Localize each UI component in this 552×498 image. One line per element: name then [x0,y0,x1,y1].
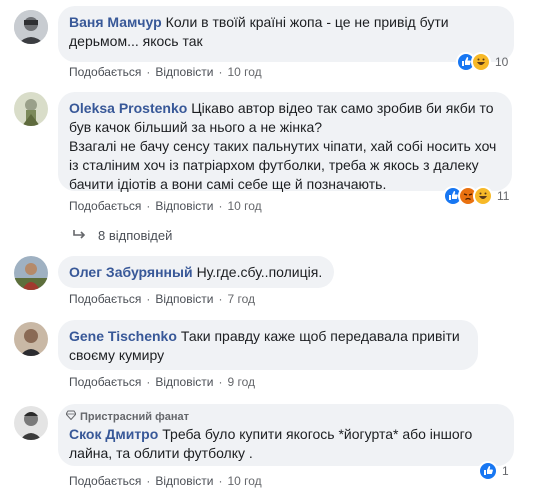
reply-link[interactable]: Відповісти [155,199,213,213]
avatar[interactable] [14,92,48,126]
comment-actions: Подобається · Відповісти · 10 год [69,65,262,79]
comment-time[interactable]: 10 год [227,199,261,213]
fan-badge-label: Пристрасний фанат [80,410,189,423]
reaction-summary[interactable]: 10 [456,52,508,72]
reaction-count: 11 [497,189,510,203]
comment-actions: Подобається · Відповісти · 10 год [69,199,262,213]
comment-author[interactable]: Скок Дмитро [69,426,158,442]
like-link[interactable]: Подобається [69,199,141,213]
like-link[interactable]: Подобається [69,65,141,79]
view-replies-link[interactable]: 8 відповідей [73,228,172,243]
comment-author[interactable]: Gene Tischenko [69,328,177,344]
comment-actions: Подобається · Відповісти · 9 год [69,375,255,389]
comment-time[interactable]: 10 год [227,65,261,79]
reply-link[interactable]: Відповісти [155,474,213,488]
comment-author[interactable]: Ваня Мамчур [69,14,162,30]
replies-count[interactable]: 8 відповідей [98,228,172,243]
comment-time[interactable]: 9 год [227,375,255,389]
haha-icon [473,186,493,206]
avatar[interactable] [14,322,48,356]
diamond-icon [65,410,77,423]
reaction-count: 1 [502,464,509,478]
reply-link[interactable]: Відповісти [155,375,213,389]
reply-arrow-icon [73,228,86,243]
comment-time[interactable]: 7 год [227,292,255,306]
avatar[interactable] [14,256,48,290]
comment-actions: Подобається · Відповісти · 10 год [69,474,262,488]
comment-bubble: Gene Tischenko Таки правду каже щоб перед… [58,320,478,370]
reply-link[interactable]: Відповісти [155,292,213,306]
like-link[interactable]: Подобається [69,375,141,389]
comment-time[interactable]: 10 год [227,474,261,488]
like-link[interactable]: Подобається [69,292,141,306]
reaction-count: 10 [495,55,509,69]
avatar[interactable] [14,10,48,44]
avatar[interactable] [14,406,48,440]
like-link[interactable]: Подобається [69,474,141,488]
haha-icon [471,52,491,72]
comment-bubble: Ваня Мамчур Коли в твоїй країні жопа - це… [58,6,514,62]
comment-text: Ну.где.сбу..полиція. [196,264,323,280]
like-icon [478,461,498,481]
reply-link[interactable]: Відповісти [155,65,213,79]
comment-bubble: Олег Забурянный Ну.где.сбу..полиція. [58,256,334,288]
fan-badge[interactable]: Пристрасний фанат [65,410,189,423]
comment-author[interactable]: Oleksa Prostenko [69,100,187,116]
reaction-summary[interactable]: 1 [478,461,509,481]
comment-actions: Подобається · Відповісти · 7 год [69,292,255,306]
comment-bubble: Oleksa Prostenko Цікаво автор відео так с… [58,92,512,192]
comment-content: Скок Дмитро Треба було купити якогось *йо… [69,425,509,463]
reaction-summary[interactable]: 11 [443,186,509,206]
comment-author[interactable]: Олег Забурянный [69,264,193,280]
